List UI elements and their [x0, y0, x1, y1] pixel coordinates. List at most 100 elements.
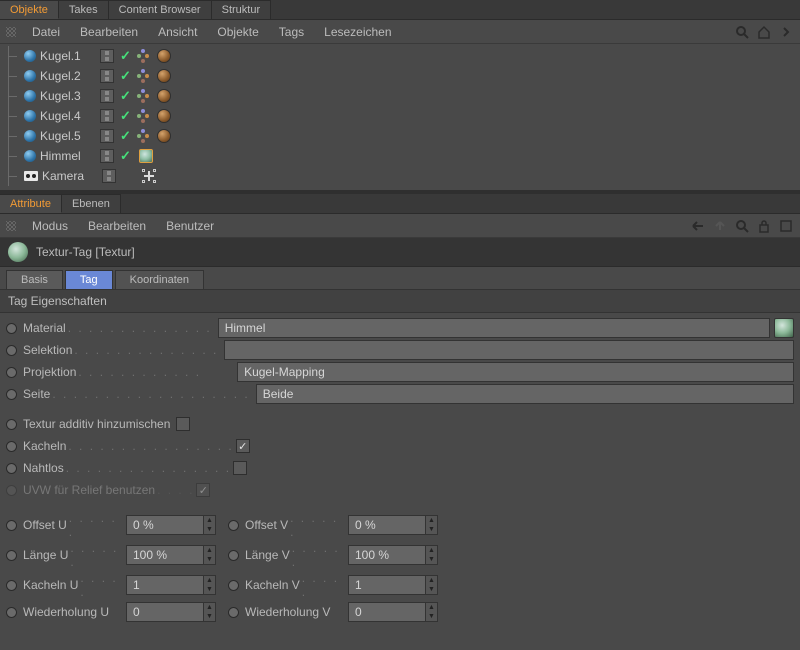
anim-toggle[interactable]	[6, 463, 17, 474]
object-name[interactable]: Kamera	[42, 169, 96, 183]
tab-objekte[interactable]: Objekte	[0, 0, 59, 19]
menu-objekte[interactable]: Objekte	[207, 25, 268, 39]
subtab-basis[interactable]: Basis	[6, 270, 63, 289]
material-tag-icon[interactable]	[157, 49, 171, 63]
anim-toggle[interactable]	[228, 550, 239, 561]
wdh-u-field[interactable]: 0	[126, 602, 204, 622]
phong-tag-icon[interactable]	[137, 129, 149, 143]
object-row-kamera[interactable]: Kamera	[0, 166, 800, 186]
material-field[interactable]: Himmel	[218, 318, 770, 338]
checkbox-nahtlos[interactable]	[233, 461, 247, 475]
material-tag-icon[interactable]	[157, 69, 171, 83]
tab-content-browser[interactable]: Content Browser	[109, 0, 212, 19]
anim-toggle[interactable]	[6, 550, 17, 561]
search-icon[interactable]	[734, 24, 750, 40]
visibility-toggle[interactable]	[100, 49, 114, 63]
target-tag-icon[interactable]	[142, 169, 156, 183]
material-preview-icon[interactable]	[774, 318, 794, 338]
object-name[interactable]: Kugel.2	[40, 69, 94, 83]
wdh-v-spinner[interactable]: ▲▼	[426, 602, 438, 622]
wdh-v-field[interactable]: 0	[348, 602, 426, 622]
enable-check-icon[interactable]: ✓	[120, 48, 131, 64]
anim-toggle[interactable]	[228, 520, 239, 531]
menu-bearbeiten-attr[interactable]: Bearbeiten	[78, 219, 156, 233]
visibility-toggle[interactable]	[100, 129, 114, 143]
menu-benutzer[interactable]: Benutzer	[156, 219, 224, 233]
offset-v-spinner[interactable]: ▲▼	[426, 515, 438, 535]
nav-up-icon[interactable]	[712, 218, 728, 234]
enable-check-icon[interactable]: ✓	[120, 108, 131, 124]
object-row-kugel-1[interactable]: Kugel.1 ✓	[0, 46, 800, 66]
material-tag-icon[interactable]	[157, 109, 171, 123]
tab-ebenen[interactable]: Ebenen	[62, 194, 121, 213]
kacheln-v-spinner[interactable]: ▲▼	[426, 575, 438, 595]
anim-toggle[interactable]	[6, 345, 17, 356]
home-icon[interactable]	[756, 24, 772, 40]
visibility-toggle[interactable]	[100, 69, 114, 83]
anim-toggle[interactable]	[6, 367, 17, 378]
visibility-toggle[interactable]	[102, 169, 116, 183]
enable-check-icon[interactable]: ✓	[120, 68, 131, 84]
enable-check-icon[interactable]: ✓	[120, 88, 131, 104]
object-row-kugel-3[interactable]: Kugel.3 ✓	[0, 86, 800, 106]
object-name[interactable]: Kugel.1	[40, 49, 94, 63]
laenge-v-field[interactable]: 100 %	[348, 545, 426, 565]
kacheln-v-field[interactable]: 1	[348, 575, 426, 595]
tab-attribute[interactable]: Attribute	[0, 194, 62, 213]
anim-toggle[interactable]	[6, 607, 17, 618]
anim-toggle[interactable]	[228, 607, 239, 618]
checkbox-additiv[interactable]	[176, 417, 190, 431]
new-window-icon[interactable]	[778, 218, 794, 234]
object-row-kugel-2[interactable]: Kugel.2 ✓	[0, 66, 800, 86]
object-name[interactable]: Kugel.4	[40, 109, 94, 123]
search-icon[interactable]	[734, 218, 750, 234]
anim-toggle[interactable]	[6, 520, 17, 531]
phong-tag-icon[interactable]	[137, 49, 149, 63]
projektion-dropdown[interactable]: Kugel-Mapping	[237, 362, 794, 382]
anim-toggle[interactable]	[6, 441, 17, 452]
laenge-u-spinner[interactable]: ▲▼	[204, 545, 216, 565]
enable-check-icon[interactable]: ✓	[120, 148, 131, 164]
object-row-kugel-5[interactable]: Kugel.5 ✓	[0, 126, 800, 146]
enable-check-icon[interactable]: ✓	[120, 128, 131, 144]
object-name[interactable]: Himmel	[40, 149, 94, 163]
visibility-toggle[interactable]	[100, 149, 114, 163]
menu-tags[interactable]: Tags	[269, 25, 314, 39]
anim-toggle[interactable]	[228, 580, 239, 591]
subtab-tag[interactable]: Tag	[65, 270, 113, 289]
subtab-koordinaten[interactable]: Koordinaten	[115, 270, 204, 289]
object-name[interactable]: Kugel.3	[40, 89, 94, 103]
phong-tag-icon[interactable]	[137, 89, 149, 103]
laenge-v-spinner[interactable]: ▲▼	[426, 545, 438, 565]
tab-struktur[interactable]: Struktur	[212, 0, 272, 19]
material-tag-icon[interactable]	[157, 129, 171, 143]
anim-toggle[interactable]	[6, 323, 17, 334]
kacheln-u-field[interactable]: 1	[126, 575, 204, 595]
seite-dropdown[interactable]: Beide	[256, 384, 794, 404]
offset-u-field[interactable]: 0 %	[126, 515, 204, 535]
menu-ansicht[interactable]: Ansicht	[148, 25, 207, 39]
checkbox-kacheln[interactable]: ✓	[236, 439, 250, 453]
menu-lesezeichen[interactable]: Lesezeichen	[314, 25, 401, 39]
visibility-toggle[interactable]	[100, 89, 114, 103]
menu-bearbeiten[interactable]: Bearbeiten	[70, 25, 148, 39]
phong-tag-icon[interactable]	[137, 109, 149, 123]
menu-modus[interactable]: Modus	[22, 219, 78, 233]
tab-takes[interactable]: Takes	[59, 0, 109, 19]
kacheln-u-spinner[interactable]: ▲▼	[204, 575, 216, 595]
visibility-toggle[interactable]	[100, 109, 114, 123]
nav-back-icon[interactable]	[690, 218, 706, 234]
anim-toggle[interactable]	[6, 419, 17, 430]
selektion-field[interactable]	[224, 340, 794, 360]
laenge-u-field[interactable]: 100 %	[126, 545, 204, 565]
offset-v-field[interactable]: 0 %	[348, 515, 426, 535]
material-tag-icon[interactable]	[157, 89, 171, 103]
object-row-kugel-4[interactable]: Kugel.4 ✓	[0, 106, 800, 126]
menu-datei[interactable]: Datei	[22, 25, 70, 39]
lock-icon[interactable]	[756, 218, 772, 234]
material-tag-icon[interactable]	[139, 149, 153, 163]
wdh-u-spinner[interactable]: ▲▼	[204, 602, 216, 622]
chevron-right-icon[interactable]	[778, 24, 794, 40]
anim-toggle[interactable]	[6, 580, 17, 591]
offset-u-spinner[interactable]: ▲▼	[204, 515, 216, 535]
